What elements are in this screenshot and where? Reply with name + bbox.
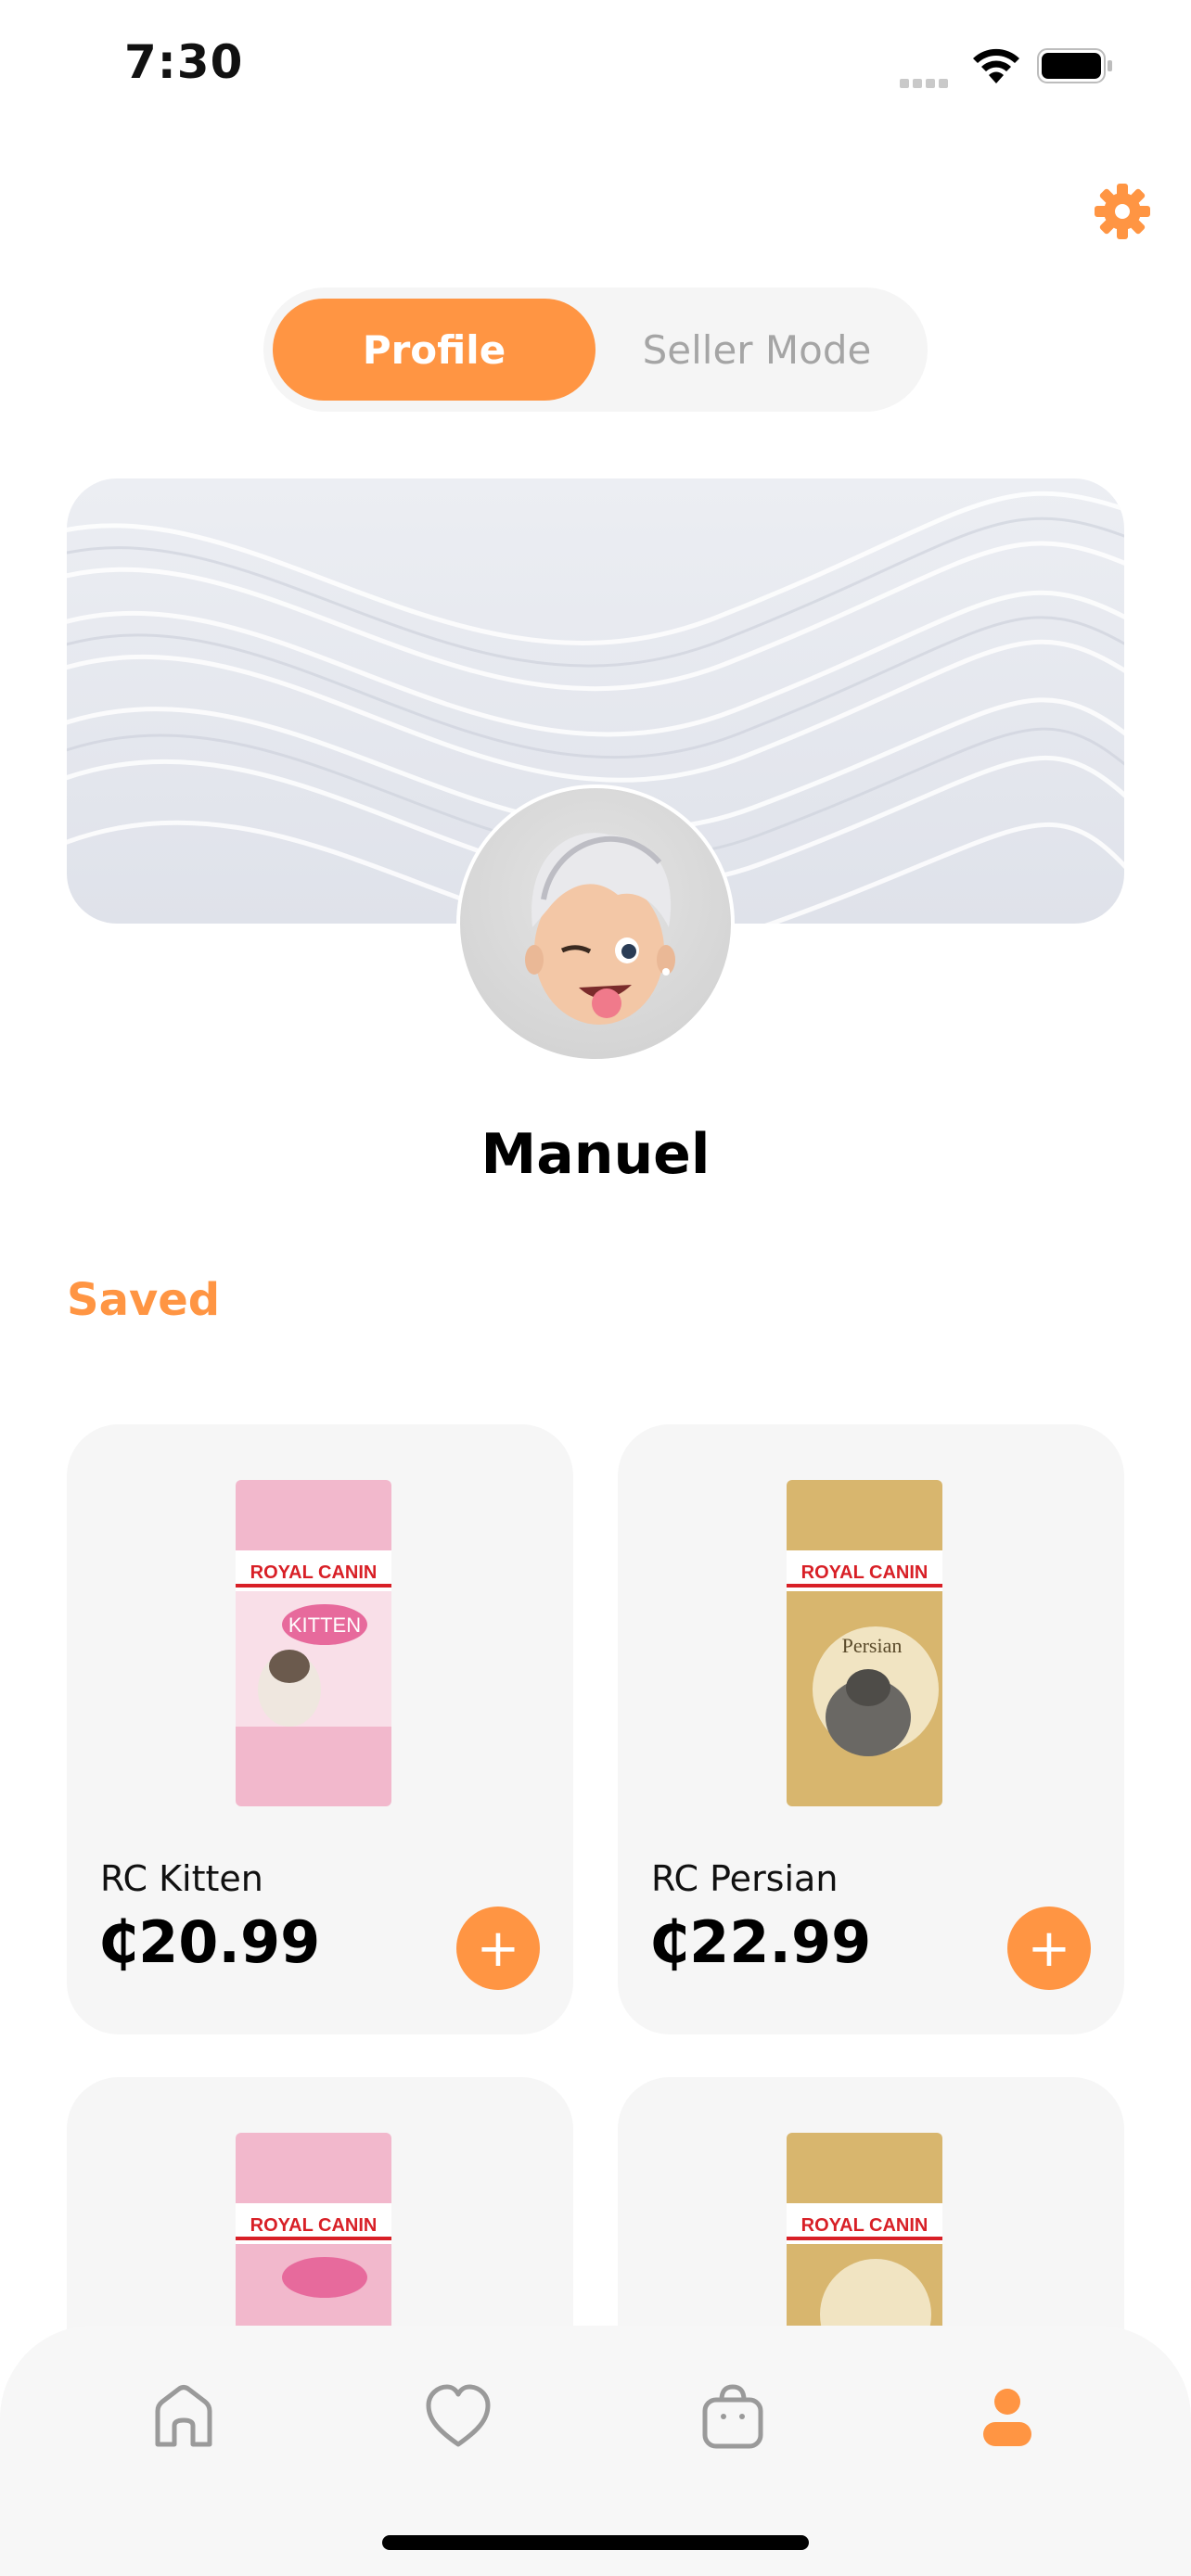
home-indicator[interactable] — [382, 2535, 809, 2550]
svg-text:KITTEN: KITTEN — [288, 1613, 361, 1637]
saved-product-card[interactable]: ROYAL CANIN Persian RC Persian ₵22.99 + — [618, 1424, 1124, 2034]
heart-icon[interactable] — [421, 2379, 495, 2454]
svg-text:Persian: Persian — [842, 1634, 903, 1657]
memoji-avatar-image — [525, 833, 675, 1025]
product-name: RC Persian — [651, 1858, 839, 1899]
svg-text:ROYAL CANIN: ROYAL CANIN — [250, 2215, 378, 2236]
bag-icon[interactable] — [696, 2379, 770, 2454]
add-to-cart-button[interactable]: + — [1007, 1906, 1091, 1990]
mode-segmented-control: Profile Seller Mode — [263, 287, 928, 412]
status-time: 7:30 — [124, 35, 244, 89]
status-bar: 7:30 — [0, 0, 1191, 130]
svg-text:ROYAL CANIN: ROYAL CANIN — [801, 2215, 928, 2236]
home-icon[interactable] — [147, 2379, 221, 2454]
profile-tab[interactable]: Profile — [273, 299, 596, 401]
svg-text:ROYAL CANIN: ROYAL CANIN — [250, 1562, 378, 1583]
battery-icon — [1037, 48, 1112, 83]
svg-text:ROYAL CANIN: ROYAL CANIN — [801, 1562, 928, 1583]
wifi-icon — [973, 48, 1019, 83]
add-to-cart-button[interactable]: + — [456, 1906, 540, 1990]
royal-canin-kitten-package-image: ROYAL CANIN KITTEN — [236, 1480, 391, 1806]
gear-icon[interactable] — [1093, 182, 1152, 241]
product-name: RC Kitten — [100, 1858, 263, 1899]
user-name: Manuel — [480, 1122, 711, 1187]
product-price: ₵20.99 — [98, 1908, 321, 1976]
seller-mode-tab[interactable]: Seller Mode — [596, 299, 918, 401]
saved-product-card[interactable]: ROYAL CANIN KITTEN RC Kitten ₵20.99 + — [67, 1424, 573, 2034]
royal-canin-persian-package-image: ROYAL CANIN Persian — [787, 1480, 942, 1806]
avatar[interactable] — [456, 784, 735, 1063]
product-price: ₵22.99 — [649, 1908, 872, 1976]
saved-section-title: Saved — [67, 1274, 221, 1326]
profile-icon[interactable] — [970, 2379, 1044, 2454]
cellular-signal-icon — [900, 74, 957, 88]
